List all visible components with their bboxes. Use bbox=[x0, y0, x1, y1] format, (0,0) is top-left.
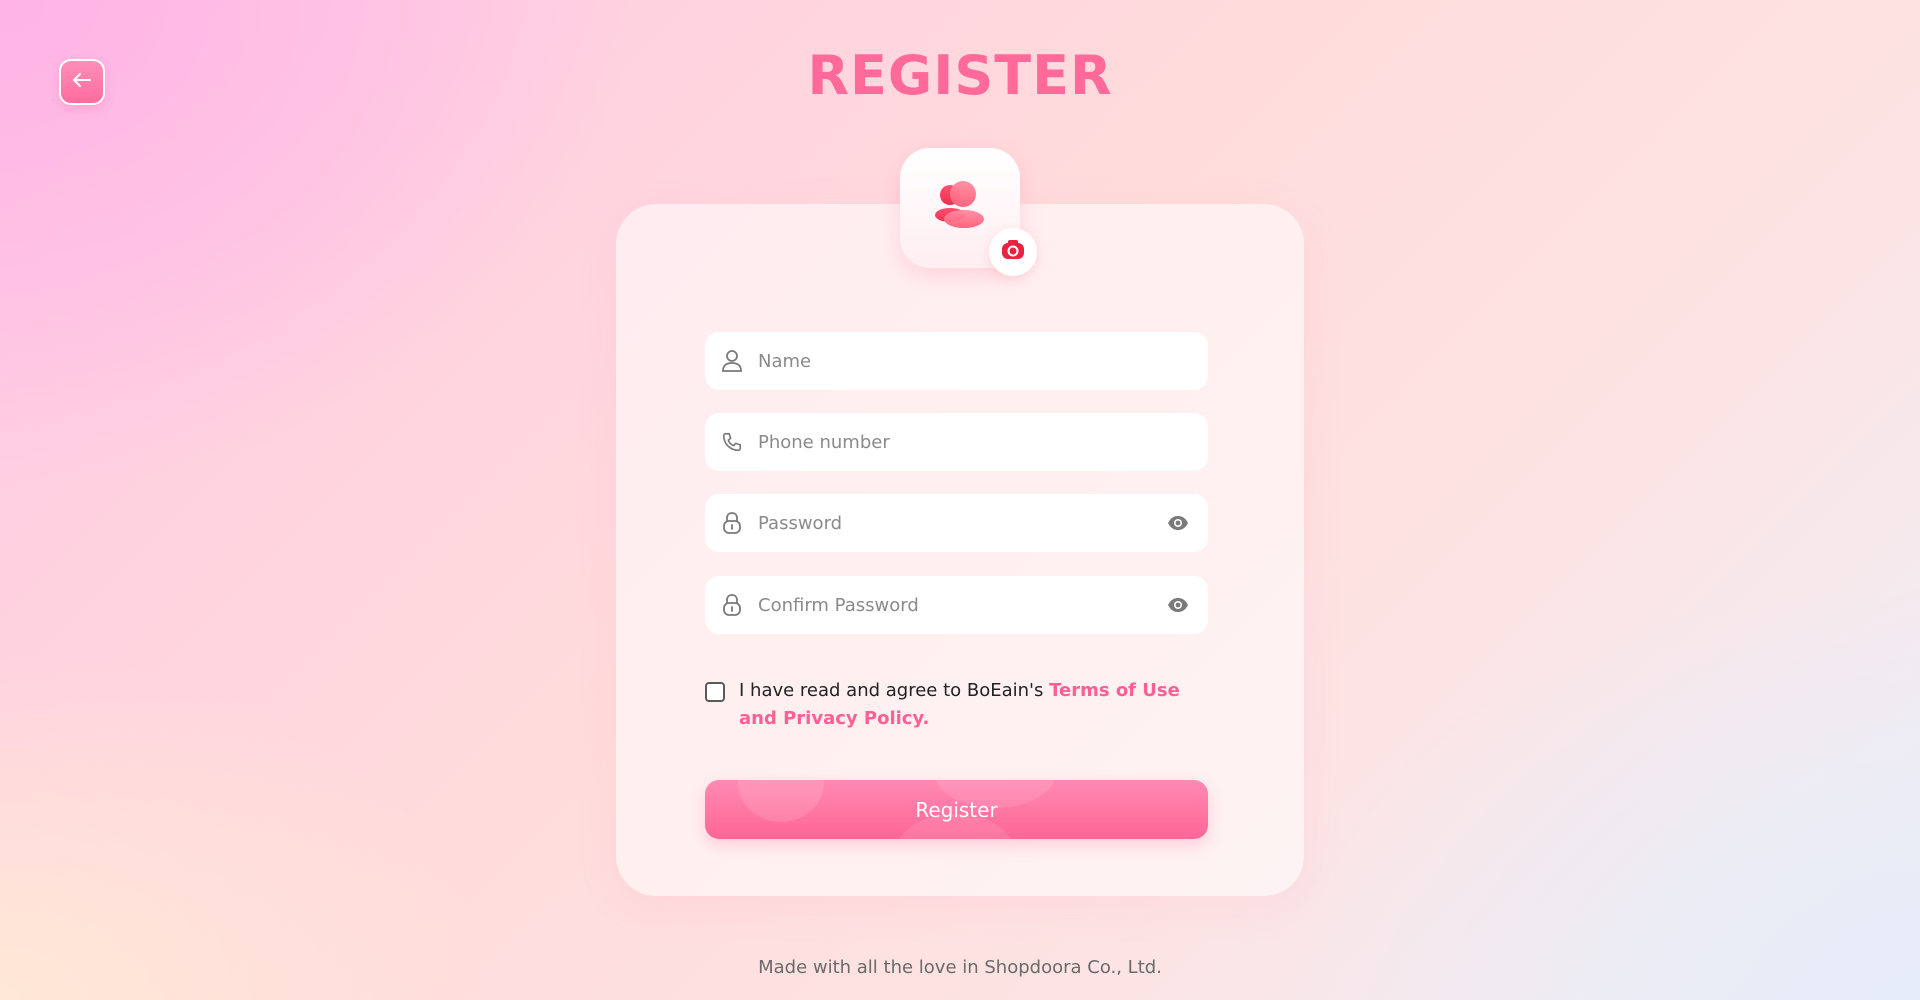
register-button[interactable]: Register bbox=[705, 780, 1208, 839]
phone-field-wrapper bbox=[705, 413, 1208, 471]
password-input[interactable] bbox=[758, 494, 1166, 552]
camera-button[interactable] bbox=[989, 228, 1037, 276]
register-button-label: Register bbox=[915, 797, 998, 822]
terms-text: I have read and agree to BoEain's Terms … bbox=[739, 677, 1205, 733]
user-icon bbox=[720, 349, 744, 373]
terms-checkbox[interactable] bbox=[705, 682, 725, 702]
button-decoration bbox=[738, 780, 824, 822]
eye-icon[interactable] bbox=[1166, 593, 1190, 617]
confirm-password-input[interactable] bbox=[758, 576, 1166, 634]
footer-text: Made with all the love in Shopdoora Co.,… bbox=[758, 957, 1162, 978]
name-field-wrapper bbox=[705, 332, 1208, 390]
camera-icon bbox=[999, 236, 1027, 268]
page-title: REGISTER bbox=[807, 44, 1113, 107]
eye-icon[interactable] bbox=[1166, 511, 1190, 535]
confirm-password-field-wrapper bbox=[705, 576, 1208, 634]
lock-icon bbox=[720, 511, 744, 535]
terms-prefix: I have read and agree to BoEain's bbox=[739, 680, 1050, 701]
users-icon bbox=[930, 176, 990, 240]
terms-agreement: I have read and agree to BoEain's Terms … bbox=[705, 677, 1205, 733]
phone-input[interactable] bbox=[758, 413, 1208, 471]
phone-icon bbox=[720, 430, 744, 454]
password-field-wrapper bbox=[705, 494, 1208, 552]
lock-icon bbox=[720, 593, 744, 617]
name-input[interactable] bbox=[758, 332, 1208, 390]
